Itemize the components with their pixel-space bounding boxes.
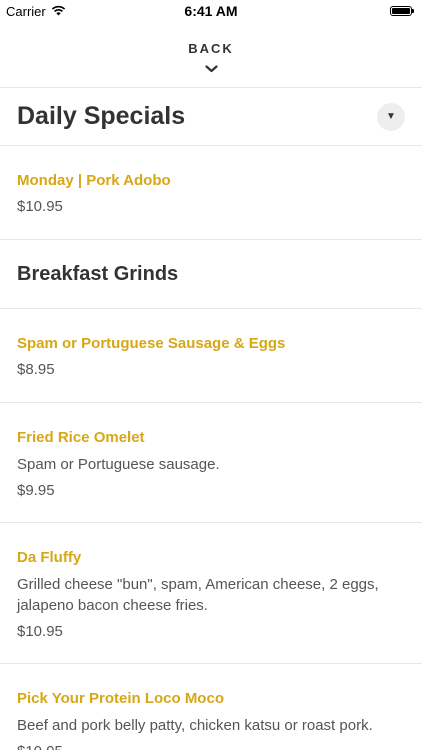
status-bar: Carrier 6:41 AM bbox=[0, 0, 422, 22]
item-price: $9.95 bbox=[17, 482, 55, 499]
menu-item[interactable]: Spam or Portuguese Sausage & Eggs $8.95 bbox=[0, 309, 422, 403]
triangle-down-icon: ▼ bbox=[386, 111, 396, 122]
item-name: Pick Your Protein Loco Moco bbox=[17, 690, 224, 707]
wifi-icon bbox=[51, 4, 66, 19]
item-name: Spam or Portuguese Sausage & Eggs bbox=[17, 335, 286, 352]
item-price: $10.95 bbox=[17, 198, 63, 215]
item-description: Spam or Portuguese sausage. bbox=[17, 456, 220, 473]
section-header-breakfast-grinds: Breakfast Grinds bbox=[0, 240, 422, 309]
status-left: Carrier bbox=[6, 4, 66, 19]
section-title: Daily Specials bbox=[17, 102, 186, 130]
menu-item[interactable]: Monday | Pork Adobo $10.95 bbox=[0, 146, 422, 240]
item-name: Da Fluffy bbox=[17, 549, 82, 566]
menu-item[interactable]: Da Fluffy Grilled cheese "bun", spam, Am… bbox=[0, 523, 422, 664]
item-description: Beef and pork belly patty, chicken katsu… bbox=[17, 717, 373, 734]
section-header-daily-specials: Daily Specials ▼ bbox=[0, 88, 422, 146]
back-button[interactable]: BACK bbox=[0, 22, 422, 88]
item-price: $10.95 bbox=[17, 623, 63, 640]
back-label: BACK bbox=[188, 41, 234, 56]
item-description: Grilled cheese "bun", spam, American che… bbox=[17, 576, 379, 614]
section-dropdown-button[interactable]: ▼ bbox=[377, 102, 405, 131]
battery-icon bbox=[390, 6, 414, 16]
menu-screen: Carrier 6:41 AM BACK Daily Specials ▼ Mo… bbox=[0, 0, 422, 750]
item-price: $8.95 bbox=[17, 361, 55, 378]
carrier-label: Carrier bbox=[6, 3, 46, 19]
menu-item[interactable]: Fried Rice Omelet Spam or Portuguese sau… bbox=[0, 403, 422, 523]
chevron-down-icon bbox=[204, 60, 218, 78]
item-price: $10.95 bbox=[17, 742, 405, 750]
menu-item[interactable]: Pick Your Protein Loco Moco Beef and por… bbox=[0, 664, 422, 750]
item-name: Monday | Pork Adobo bbox=[17, 172, 171, 189]
section-title: Breakfast Grinds bbox=[17, 262, 179, 285]
item-name: Fried Rice Omelet bbox=[17, 429, 145, 446]
